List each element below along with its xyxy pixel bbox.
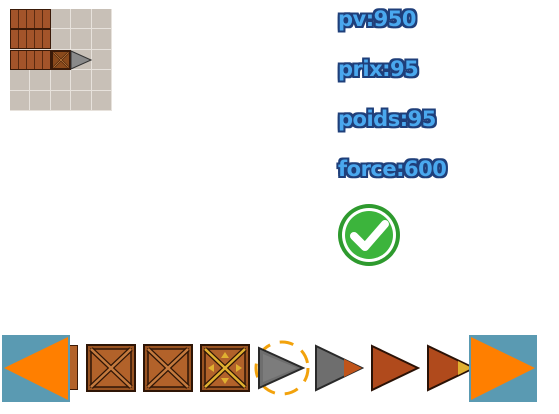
grid-cell[interactable] [10,90,31,111]
grid-cell[interactable] [10,70,31,91]
item-rust-spike[interactable] [370,344,420,392]
grid-cell[interactable] [91,70,112,91]
grid-cell[interactable] [71,70,92,91]
grid-cell[interactable] [30,70,51,91]
stat-prix: prix:95 [338,57,419,81]
item-wooden-crate[interactable] [143,344,193,392]
grid-cell[interactable] [91,90,112,111]
item-grey-spike-orange-tip[interactable] [314,344,364,392]
next-item-button[interactable] [469,335,537,402]
left-arrow-icon [2,335,70,402]
grid-cell[interactable] [50,29,72,50]
item-wooden-crate[interactable] [86,344,136,392]
wood-plank-block [10,9,51,29]
grid-cell[interactable] [50,70,72,91]
stat-force: force:600 [338,157,447,181]
stat-poids: poids:95 [338,107,436,131]
grid-cell[interactable] [91,9,112,30]
grid-cell[interactable] [71,29,92,50]
item-gold-trimmed-crate[interactable] [200,344,250,392]
confirm-button[interactable] [336,202,402,268]
grid-cell[interactable] [71,90,92,111]
grid-cell[interactable] [71,9,92,30]
previous-item-button[interactable] [2,335,70,402]
crate-block [51,50,71,70]
partial-plank-item [69,345,78,390]
grid-cell[interactable] [50,9,72,30]
stat-pv: pv:950 [338,7,416,31]
spike-block [70,50,92,70]
grid-cell[interactable] [30,90,51,111]
wood-plank-block [10,29,51,49]
right-arrow-icon [469,335,537,402]
checkmark-icon [338,204,400,266]
grid-cell[interactable] [91,49,112,71]
wood-plank-block [10,50,51,70]
grid-cell[interactable] [50,90,72,111]
grid-cell[interactable] [91,29,112,50]
item-grey-spike-selected[interactable] [253,338,311,398]
